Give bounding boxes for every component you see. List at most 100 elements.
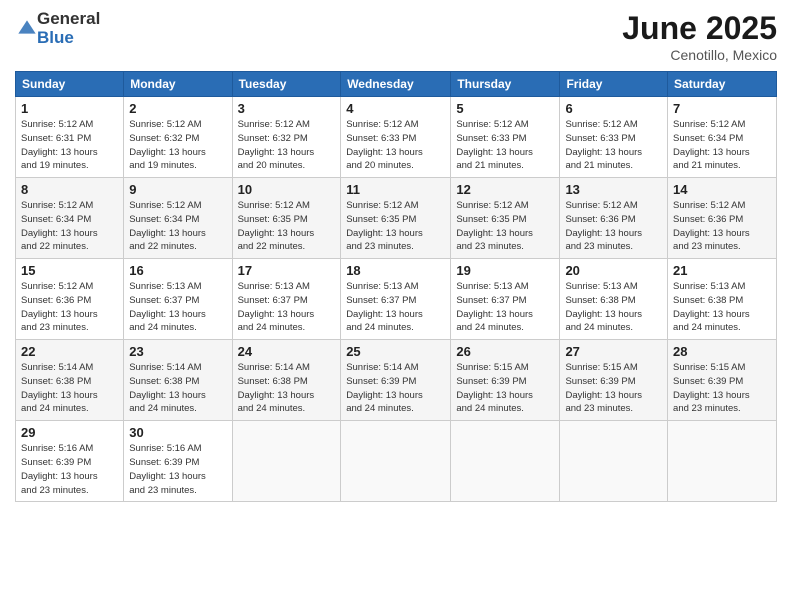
calendar-cell: 20 Sunrise: 5:13 AMSunset: 6:38 PMDayligh… — [560, 259, 668, 340]
day-info: Sunrise: 5:13 AMSunset: 6:38 PMDaylight:… — [565, 280, 662, 335]
title-block: June 2025 Cenotillo, Mexico — [622, 10, 777, 63]
location: Cenotillo, Mexico — [622, 47, 777, 63]
day-number: 14 — [673, 182, 771, 197]
header: General Blue June 2025 Cenotillo, Mexico — [15, 10, 777, 63]
calendar-cell: 6Sunrise: 5:12 AMSunset: 6:33 PMDaylight… — [560, 97, 668, 178]
day-info: Sunrise: 5:12 AMSunset: 6:34 PMDaylight:… — [21, 199, 118, 254]
day-info: Sunrise: 5:14 AMSunset: 6:38 PMDaylight:… — [238, 361, 336, 416]
day-number: 20 — [565, 263, 662, 278]
col-header-monday: Monday — [124, 72, 232, 97]
calendar-cell: 1Sunrise: 5:12 AMSunset: 6:31 PMDaylight… — [16, 97, 124, 178]
day-info: Sunrise: 5:13 AMSunset: 6:38 PMDaylight:… — [673, 280, 771, 335]
col-header-saturday: Saturday — [668, 72, 777, 97]
calendar-cell: 26 Sunrise: 5:15 AMSunset: 6:39 PMDayligh… — [451, 340, 560, 421]
day-number: 21 — [673, 263, 771, 278]
calendar-cell: 25 Sunrise: 5:14 AMSunset: 6:39 PMDayligh… — [341, 340, 451, 421]
day-info: Sunrise: 5:12 AMSunset: 6:33 PMDaylight:… — [565, 118, 662, 173]
day-info: Sunrise: 5:12 AMSunset: 6:36 PMDaylight:… — [565, 199, 662, 254]
calendar-cell: 22Sunrise: 5:14 AMSunset: 6:38 PMDayligh… — [16, 340, 124, 421]
day-info: Sunrise: 5:12 AMSunset: 6:35 PMDaylight:… — [346, 199, 445, 254]
day-info: Sunrise: 5:12 AMSunset: 6:32 PMDaylight:… — [238, 118, 336, 173]
day-number: 18 — [346, 263, 445, 278]
calendar-cell: 27 Sunrise: 5:15 AMSunset: 6:39 PMDayligh… — [560, 340, 668, 421]
calendar-cell: 7Sunrise: 5:12 AMSunset: 6:34 PMDaylight… — [668, 97, 777, 178]
calendar-cell — [451, 421, 560, 502]
day-number: 16 — [129, 263, 226, 278]
page: General Blue June 2025 Cenotillo, Mexico… — [0, 0, 792, 612]
col-header-wednesday: Wednesday — [341, 72, 451, 97]
calendar-cell — [341, 421, 451, 502]
day-number: 30 — [129, 425, 226, 440]
calendar-cell: 29Sunrise: 5:16 AMSunset: 6:39 PMDayligh… — [16, 421, 124, 502]
calendar-cell: 11 Sunrise: 5:12 AMSunset: 6:35 PMDayligh… — [341, 178, 451, 259]
calendar-week-4: 22Sunrise: 5:14 AMSunset: 6:38 PMDayligh… — [16, 340, 777, 421]
calendar-cell: 14 Sunrise: 5:12 AMSunset: 6:36 PMDayligh… — [668, 178, 777, 259]
day-number: 10 — [238, 182, 336, 197]
day-info: Sunrise: 5:12 AMSunset: 6:32 PMDaylight:… — [129, 118, 226, 173]
col-header-friday: Friday — [560, 72, 668, 97]
day-info: Sunrise: 5:13 AMSunset: 6:37 PMDaylight:… — [346, 280, 445, 335]
logo-text: General Blue — [37, 10, 100, 47]
day-info: Sunrise: 5:12 AMSunset: 6:36 PMDaylight:… — [21, 280, 118, 335]
day-number: 24 — [238, 344, 336, 359]
calendar-cell: 28 Sunrise: 5:15 AMSunset: 6:39 PMDayligh… — [668, 340, 777, 421]
calendar-table: SundayMondayTuesdayWednesdayThursdayFrid… — [15, 71, 777, 502]
day-number: 27 — [565, 344, 662, 359]
day-number: 7 — [673, 101, 771, 116]
calendar-cell: 2 Sunrise: 5:12 AMSunset: 6:32 PMDaylight… — [124, 97, 232, 178]
day-number: 17 — [238, 263, 336, 278]
day-number: 26 — [456, 344, 554, 359]
day-info: Sunrise: 5:15 AMSunset: 6:39 PMDaylight:… — [565, 361, 662, 416]
calendar-cell: 19 Sunrise: 5:13 AMSunset: 6:37 PMDayligh… — [451, 259, 560, 340]
day-info: Sunrise: 5:14 AMSunset: 6:39 PMDaylight:… — [346, 361, 445, 416]
calendar-cell: 24 Sunrise: 5:14 AMSunset: 6:38 PMDayligh… — [232, 340, 341, 421]
calendar-cell — [232, 421, 341, 502]
day-number: 19 — [456, 263, 554, 278]
calendar-cell: 17 Sunrise: 5:13 AMSunset: 6:37 PMDayligh… — [232, 259, 341, 340]
calendar-cell: 8 Sunrise: 5:12 AMSunset: 6:34 PMDaylight… — [16, 178, 124, 259]
day-info: Sunrise: 5:15 AMSunset: 6:39 PMDaylight:… — [456, 361, 554, 416]
day-number: 4 — [346, 101, 445, 116]
day-number: 13 — [565, 182, 662, 197]
calendar-week-2: 8 Sunrise: 5:12 AMSunset: 6:34 PMDaylight… — [16, 178, 777, 259]
logo: General Blue — [15, 10, 100, 47]
day-info: Sunrise: 5:12 AMSunset: 6:33 PMDaylight:… — [346, 118, 445, 173]
calendar-cell — [668, 421, 777, 502]
month-title: June 2025 — [622, 10, 777, 47]
day-number: 25 — [346, 344, 445, 359]
col-header-thursday: Thursday — [451, 72, 560, 97]
day-number: 11 — [346, 182, 445, 197]
day-info: Sunrise: 5:12 AMSunset: 6:34 PMDaylight:… — [129, 199, 226, 254]
calendar-cell: 30 Sunrise: 5:16 AMSunset: 6:39 PMDayligh… — [124, 421, 232, 502]
day-number: 12 — [456, 182, 554, 197]
day-info: Sunrise: 5:15 AMSunset: 6:39 PMDaylight:… — [673, 361, 771, 416]
day-number: 2 — [129, 101, 226, 116]
day-info: Sunrise: 5:13 AMSunset: 6:37 PMDaylight:… — [238, 280, 336, 335]
calendar-cell: 23Sunrise: 5:14 AMSunset: 6:38 PMDayligh… — [124, 340, 232, 421]
col-header-sunday: Sunday — [16, 72, 124, 97]
day-info: Sunrise: 5:14 AMSunset: 6:38 PMDaylight:… — [129, 361, 226, 416]
day-info: Sunrise: 5:16 AMSunset: 6:39 PMDaylight:… — [129, 442, 226, 497]
calendar-cell: 10 Sunrise: 5:12 AMSunset: 6:35 PMDayligh… — [232, 178, 341, 259]
calendar-cell: 18 Sunrise: 5:13 AMSunset: 6:37 PMDayligh… — [341, 259, 451, 340]
calendar-cell: 9Sunrise: 5:12 AMSunset: 6:34 PMDaylight… — [124, 178, 232, 259]
calendar-cell: 4 Sunrise: 5:12 AMSunset: 6:33 PMDaylight… — [341, 97, 451, 178]
calendar-week-3: 15Sunrise: 5:12 AMSunset: 6:36 PMDayligh… — [16, 259, 777, 340]
day-info: Sunrise: 5:12 AMSunset: 6:36 PMDaylight:… — [673, 199, 771, 254]
day-info: Sunrise: 5:12 AMSunset: 6:33 PMDaylight:… — [456, 118, 554, 173]
calendar-cell: 3Sunrise: 5:12 AMSunset: 6:32 PMDaylight… — [232, 97, 341, 178]
calendar-cell — [560, 421, 668, 502]
calendar-cell: 12Sunrise: 5:12 AMSunset: 6:35 PMDayligh… — [451, 178, 560, 259]
day-number: 5 — [456, 101, 554, 116]
day-number: 8 — [21, 182, 118, 197]
calendar-week-5: 29 Sunrise: 5:16 AMSunset: 6:39 PMDayligh… — [16, 421, 777, 502]
day-number: 28 — [673, 344, 771, 359]
calendar-cell: 15Sunrise: 5:12 AMSunset: 6:36 PMDayligh… — [16, 259, 124, 340]
calendar-cell: 16Sunrise: 5:13 AMSunset: 6:37 PMDayligh… — [124, 259, 232, 340]
col-header-tuesday: Tuesday — [232, 72, 341, 97]
day-info: Sunrise: 5:13 AMSunset: 6:37 PMDaylight:… — [456, 280, 554, 335]
calendar-cell: 21 Sunrise: 5:13 AMSunset: 6:38 PMDayligh… — [668, 259, 777, 340]
day-info: Sunrise: 5:12 AMSunset: 6:35 PMDaylight:… — [238, 199, 336, 254]
day-number: 29 — [21, 425, 118, 440]
calendar-week-1: 1Sunrise: 5:12 AMSunset: 6:31 PMDaylight… — [16, 97, 777, 178]
